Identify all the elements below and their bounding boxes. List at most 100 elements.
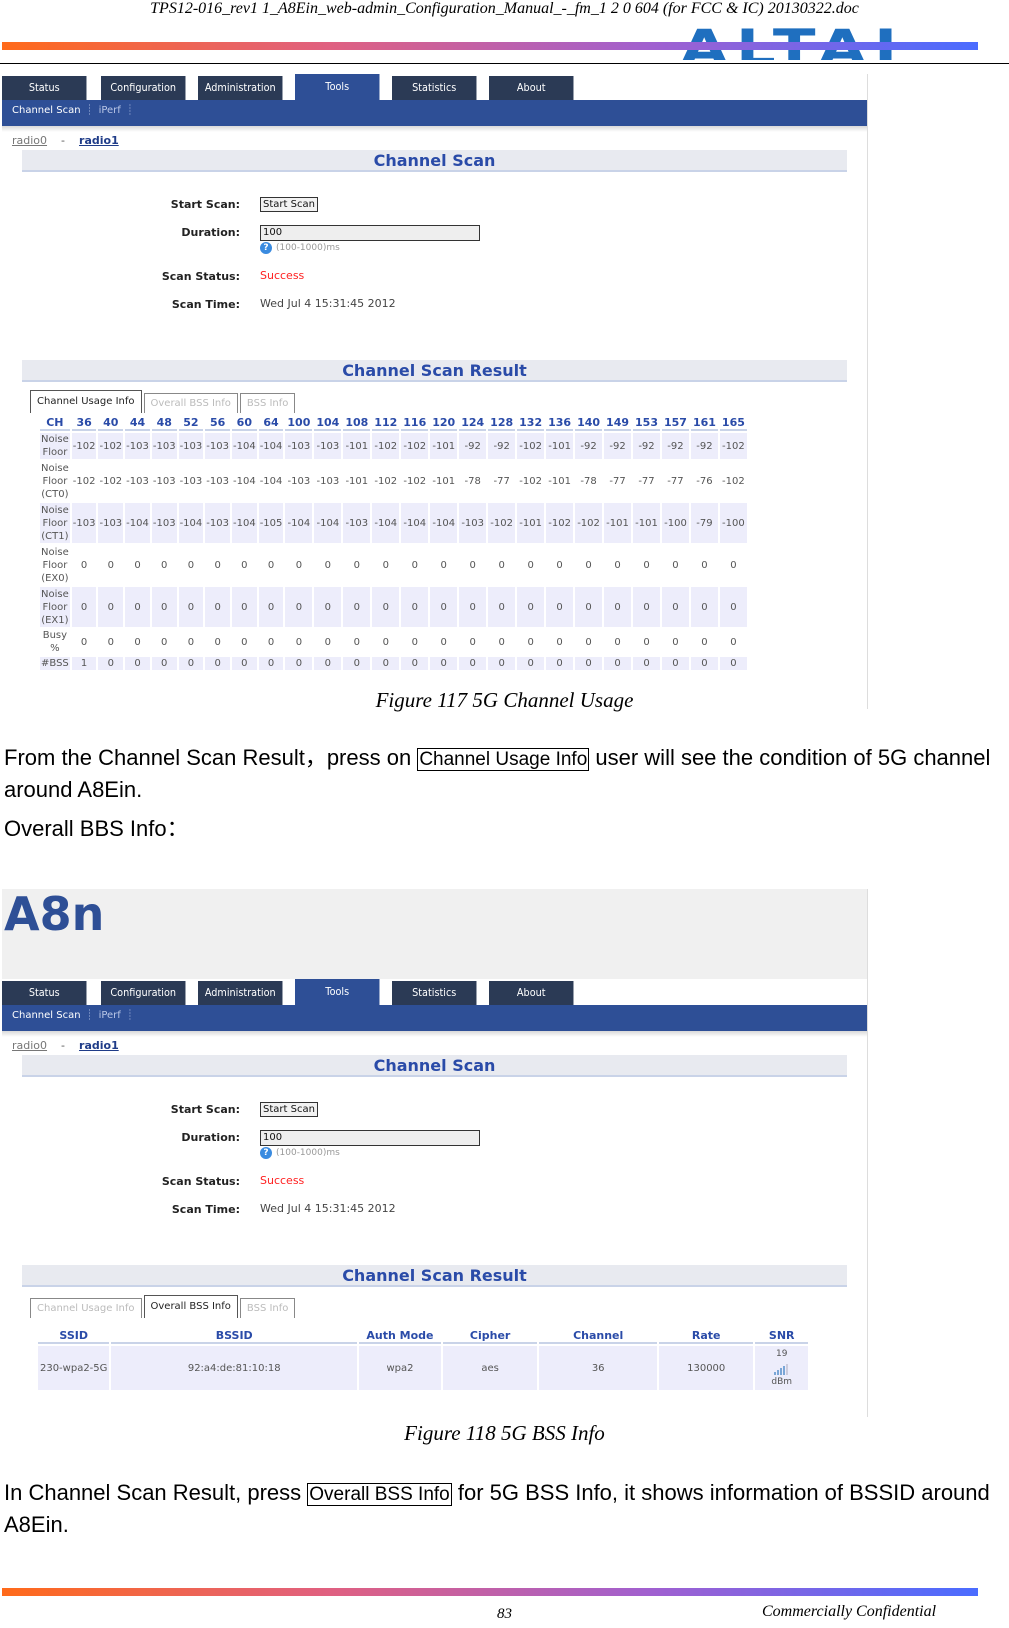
table-cell: 0 bbox=[430, 587, 458, 627]
table-cell: 0 bbox=[258, 587, 284, 627]
table-cell: 0 bbox=[267, 559, 275, 571]
table-cell: 0 bbox=[459, 657, 487, 670]
channel-header: 153 bbox=[633, 416, 660, 431]
table-cell: 0 bbox=[231, 587, 257, 627]
table-cell: -92 bbox=[604, 433, 632, 459]
table-cell: 0 bbox=[343, 587, 371, 627]
tab-status[interactable]: Status bbox=[2, 981, 87, 1005]
paragraph-bss-info: In Channel Scan Result, press Overall BS… bbox=[4, 1480, 990, 1537]
tab-configuration[interactable]: Configuration bbox=[101, 981, 186, 1005]
scan-time-value: Wed Jul 4 15:31:45 2012 bbox=[260, 297, 396, 310]
tab-administration[interactable]: Administration bbox=[198, 981, 283, 1005]
channel-header: 124 bbox=[459, 416, 487, 431]
start-scan-button[interactable]: Start Scan bbox=[260, 1102, 318, 1117]
table-cell: -103 bbox=[126, 475, 149, 487]
tab-tools[interactable]: Tools bbox=[295, 74, 380, 100]
table-row: Noise Floor (EX0) 0 0 0 0 0 0 0 0 0 0 0 0 0 0 0 0 0 0 0 0 0 0 0 0 bbox=[40, 545, 747, 585]
channel-header: 108 bbox=[343, 416, 371, 431]
table-cell: 0 bbox=[643, 559, 650, 571]
table-cell: -104 bbox=[259, 475, 283, 487]
subnav-iperf[interactable]: iPerf bbox=[99, 105, 121, 116]
document-header: TPS12-016_rev1 1_A8Ein_web-admin_Configu… bbox=[0, 0, 1009, 66]
channel-header: 40 bbox=[98, 416, 124, 431]
tab-channel-usage-info[interactable]: Channel Usage Info bbox=[30, 1298, 142, 1318]
table-cell: 0 bbox=[469, 636, 476, 648]
table-cell: 0 bbox=[107, 559, 114, 571]
tab-administration[interactable]: Administration bbox=[198, 76, 283, 100]
subnav-channel-scan[interactable]: Channel Scan bbox=[12, 105, 81, 116]
row-label: Noise Floor (EX0) bbox=[41, 546, 69, 584]
table-cell: 0 bbox=[411, 636, 418, 648]
radio1-link[interactable]: radio1 bbox=[79, 134, 119, 147]
tab-about[interactable]: About bbox=[489, 76, 574, 100]
duration-input[interactable]: 100 bbox=[260, 1130, 480, 1146]
column-header: CH bbox=[40, 416, 70, 431]
scan-time-value: Wed Jul 4 15:31:45 2012 bbox=[260, 1202, 396, 1215]
table-cell: -103 bbox=[98, 503, 124, 543]
table-cell: 0 bbox=[517, 587, 545, 627]
table-cell: -100 bbox=[661, 503, 689, 543]
table-cell: -77 bbox=[667, 475, 684, 487]
table-cell: -79 bbox=[690, 503, 718, 543]
table-cell: 0 bbox=[661, 657, 689, 670]
tab-statistics[interactable]: Statistics bbox=[392, 981, 477, 1005]
channel-header: 64 bbox=[258, 416, 284, 431]
radio1-link[interactable]: radio1 bbox=[79, 1039, 119, 1052]
table-cell: 0 bbox=[125, 587, 150, 627]
channel-scan-title: Channel Scan bbox=[22, 1055, 847, 1077]
table-cell: 0 bbox=[614, 559, 621, 571]
table-cell: -105 bbox=[258, 503, 284, 543]
table-cell: -77 bbox=[493, 475, 510, 487]
footer-gradient-bar bbox=[2, 1588, 978, 1596]
table-cell: 0 bbox=[314, 657, 342, 670]
duration-input[interactable]: 100 bbox=[260, 225, 480, 241]
bssid-header: BSSID bbox=[111, 1329, 358, 1344]
channel-header: 165 bbox=[719, 416, 747, 431]
scan-status-row: Scan Status: Success bbox=[2, 264, 867, 292]
table-header-row: SSID BSSID Auth Mode Cipher Channel Rate SNR bbox=[38, 1329, 808, 1344]
radio0-link[interactable]: radio0 bbox=[12, 134, 47, 147]
tab-channel-usage-info[interactable]: Channel Usage Info bbox=[30, 390, 142, 413]
screenshot-channel-usage: Status Configuration Administration Tool… bbox=[2, 74, 868, 709]
tab-bss-info[interactable]: BSS Info bbox=[239, 393, 296, 413]
tab-configuration[interactable]: Configuration bbox=[101, 76, 186, 100]
channel-header: 120 bbox=[430, 416, 458, 431]
row-label: Busy% bbox=[42, 630, 68, 654]
table-cell: 0 bbox=[125, 657, 150, 670]
subnav-iperf[interactable]: iPerf bbox=[99, 1010, 121, 1021]
table-cell: -101 bbox=[432, 475, 456, 487]
table-cell: 0 bbox=[382, 559, 389, 571]
table-cell: -77 bbox=[638, 475, 655, 487]
subnav-channel-scan[interactable]: Channel Scan bbox=[12, 1010, 81, 1021]
radio-selector: radio0 - radio1 bbox=[2, 132, 867, 150]
table-cell: 0 bbox=[469, 559, 476, 571]
help-icon[interactable]: ? bbox=[260, 242, 272, 254]
table-cell: -101 bbox=[546, 433, 574, 459]
scan-status-value: Success bbox=[260, 269, 305, 282]
tab-statistics[interactable]: Statistics bbox=[392, 76, 477, 100]
table-cell: -76 bbox=[696, 475, 713, 487]
table-cell: 0 bbox=[324, 559, 332, 571]
table-cell: -103 bbox=[343, 503, 371, 543]
table-cell: -102 bbox=[546, 503, 574, 543]
tab-overall-bss-info[interactable]: Overall BSS Info bbox=[143, 393, 238, 413]
channel-header: 100 bbox=[285, 416, 313, 431]
table-cell: -103 bbox=[459, 503, 487, 543]
tab-status[interactable]: Status bbox=[2, 76, 87, 100]
table-cell: -101 bbox=[430, 433, 458, 459]
table-cell: 0 bbox=[353, 559, 360, 571]
tab-about[interactable]: About bbox=[489, 981, 574, 1005]
channel-scan-result-title: Channel Scan Result bbox=[22, 360, 847, 382]
table-row: Noise Floor -102 -102 -103 -103 -103 -103 -104 -1… bbox=[40, 433, 747, 459]
start-scan-button[interactable]: Start Scan bbox=[260, 197, 318, 212]
channel-usage-info-ref: Channel Usage Info bbox=[417, 748, 590, 771]
radio0-link[interactable]: radio0 bbox=[12, 1039, 47, 1052]
table-cell: 0 bbox=[372, 587, 400, 627]
help-icon[interactable]: ? bbox=[260, 1147, 272, 1159]
tab-bss-info[interactable]: BSS Info bbox=[239, 1298, 296, 1318]
table-cell: -102 bbox=[575, 503, 603, 543]
scan-time-label: Scan Time: bbox=[171, 298, 240, 311]
tab-tools[interactable]: Tools bbox=[295, 979, 380, 1005]
table-row: Busy% 0 0 0 0 0 0 0 0 0 0 0 0 0 0 0 0 0 0 0 0 0 0 0 0 bbox=[40, 629, 747, 655]
tab-overall-bss-info[interactable]: Overall BSS Info bbox=[143, 1295, 238, 1318]
